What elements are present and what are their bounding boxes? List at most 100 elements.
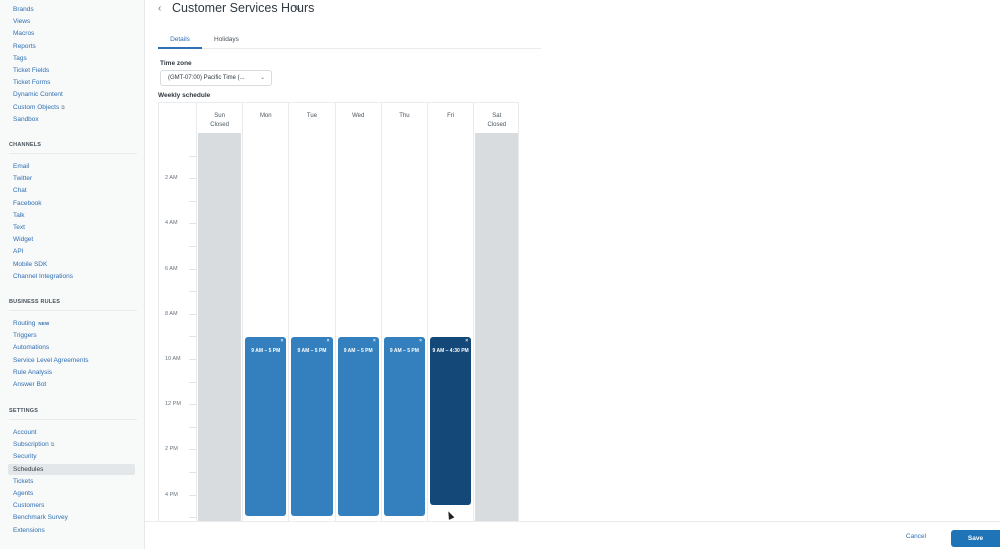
- sidebar-item-macros[interactable]: Macros: [13, 29, 34, 38]
- sidebar-item-automations[interactable]: Automations: [13, 343, 49, 352]
- day-column-mon[interactable]: Mon × 9 AM – 5 PM: [242, 103, 288, 521]
- sidebar-item-ticket-fields[interactable]: Ticket Fields: [13, 66, 49, 75]
- sidebar-item-mobile-sdk[interactable]: Mobile SDK: [13, 260, 47, 269]
- remove-block-icon[interactable]: ×: [419, 338, 422, 344]
- day-column-wed[interactable]: Wed × 9 AM – 5 PM: [334, 103, 381, 521]
- sidebar-item-email[interactable]: Email: [13, 162, 29, 171]
- sidebar-item-customers[interactable]: Customers: [13, 501, 44, 510]
- sidebar-item-twitter[interactable]: Twitter: [13, 174, 32, 183]
- sidebar-item-label: Triggers: [13, 332, 37, 340]
- sidebar: Brands Views Macros Reports Tags Ticket Field…: [0, 0, 145, 549]
- hour-tick: [189, 449, 196, 451]
- sidebar-item-account[interactable]: Account: [13, 428, 37, 437]
- sidebar-item-label: Macros: [13, 30, 35, 38]
- remove-block-icon[interactable]: ×: [327, 338, 330, 344]
- sidebar-item-service-level-agreements[interactable]: Service Level Agreements: [13, 356, 89, 365]
- sidebar-item-label: Email: [13, 163, 30, 170]
- sidebar-item-custom-objects[interactable]: Custom Objects ⧉: [13, 103, 65, 113]
- schedule-block[interactable]: × 9 AM – 5 PM: [337, 337, 379, 517]
- closed-day-fill: [198, 133, 242, 521]
- sidebar-item-label: Answer Bot: [13, 381, 47, 388]
- divider: [9, 310, 137, 311]
- day-header: Fri: [428, 112, 473, 121]
- remove-block-icon[interactable]: ×: [280, 338, 283, 344]
- hour-label: 10 AM: [165, 356, 181, 362]
- sidebar-item-subscription[interactable]: Subscription ⧉: [13, 440, 54, 450]
- day-name: Thu: [399, 113, 410, 119]
- sidebar-item-agents[interactable]: Agents: [13, 489, 33, 498]
- sidebar-item-channel-integrations[interactable]: Channel Integrations: [13, 272, 73, 281]
- sidebar-item-rule-analysis[interactable]: Rule Analysis: [13, 368, 52, 377]
- sidebar-item-brands[interactable]: Brands: [13, 5, 34, 14]
- sidebar-item-ticket-forms[interactable]: Ticket Forms: [13, 78, 50, 87]
- day-column-sun[interactable]: Sun Closed: [196, 103, 242, 521]
- sidebar-item-tickets[interactable]: Tickets: [13, 477, 33, 486]
- sidebar-item-extensions[interactable]: Extensions: [13, 526, 45, 535]
- sidebar-item-tags[interactable]: Tags: [13, 54, 27, 63]
- sidebar-item-label: Facebook: [13, 199, 42, 207]
- hour-label: 2 AM: [165, 175, 178, 182]
- sidebar-item-label: Ticket Fields: [13, 67, 50, 74]
- sidebar-item-views[interactable]: Views: [13, 17, 30, 26]
- remove-block-icon[interactable]: ×: [465, 338, 468, 344]
- sidebar-item-label: Channel Integrations: [13, 272, 73, 280]
- sidebar-item-label: Dynamic Content: [13, 91, 63, 99]
- schedule-block[interactable]: × 9 AM – 5 PM: [245, 337, 287, 517]
- sidebar-item-label: Service Level Agreements: [13, 356, 89, 364]
- hour-tick: [189, 426, 196, 428]
- sidebar-item-benchmark-survey[interactable]: Benchmark Survey: [13, 513, 68, 522]
- day-name: Fri: [447, 113, 455, 119]
- day-column-tue[interactable]: Tue × 9 AM – 5 PM: [288, 103, 334, 521]
- weekly-schedule-label: Weekly schedule: [158, 92, 211, 99]
- sidebar-item-facebook[interactable]: Facebook: [13, 199, 42, 208]
- tab-details[interactable]: Details: [158, 36, 202, 43]
- day-header: Tue: [289, 112, 334, 121]
- hour-label: 4 PM: [165, 491, 178, 498]
- timezone-select[interactable]: (GMT-07:00) Pacific Time (... ⌄: [160, 70, 272, 86]
- day-header: Sun Closed: [197, 112, 242, 130]
- sidebar-item-chat[interactable]: Chat: [13, 186, 27, 195]
- back-icon[interactable]: ‹: [158, 3, 161, 14]
- remove-block-icon[interactable]: ×: [373, 338, 376, 344]
- sidebar-item-reports[interactable]: Reports: [13, 42, 36, 51]
- day-column-fri[interactable]: Fri × 9 AM – 4:30 PM: [427, 103, 473, 521]
- sidebar-item-label: Chat: [13, 187, 27, 195]
- day-header: Thu: [382, 112, 427, 121]
- sidebar-item-label: API: [13, 248, 24, 256]
- sidebar-item-label: Schedules: [13, 465, 44, 473]
- schedule-block[interactable]: × 9 AM – 5 PM: [291, 337, 333, 517]
- sidebar-item-label: Sandbox: [13, 115, 39, 123]
- day-column-sat[interactable]: Sat Closed: [473, 103, 518, 521]
- sidebar-item-routing[interactable]: Routing NEW: [13, 319, 50, 328]
- schedule-block-hours: 9 AM – 5 PM: [343, 348, 373, 355]
- sidebar-item-label: Automations: [13, 344, 50, 352]
- schedule-block[interactable]: × 9 AM – 4:30 PM: [430, 337, 472, 505]
- day-name: Sat: [492, 113, 502, 119]
- sidebar-item-label: Routing: [13, 320, 36, 327]
- sidebar-item-answer-bot[interactable]: Answer Bot: [13, 380, 46, 389]
- sidebar-item-talk[interactable]: Talk: [13, 211, 25, 220]
- footer-divider: [145, 521, 1000, 522]
- sidebar-item-api[interactable]: API: [13, 247, 23, 256]
- sidebar-item-triggers[interactable]: Triggers: [13, 331, 37, 340]
- schedule-block[interactable]: × 9 AM – 5 PM: [383, 337, 425, 517]
- sidebar-item-label: Widget: [13, 236, 34, 244]
- sidebar-item-schedules[interactable]: Schedules: [8, 463, 135, 475]
- sidebar-item-security[interactable]: Security: [13, 452, 36, 461]
- sidebar-item-label: Talk: [13, 211, 25, 219]
- edit-title-icon[interactable]: ✎: [294, 4, 301, 13]
- sidebar-item-label: Extensions: [13, 526, 45, 534]
- sidebar-item-widget[interactable]: Widget: [13, 235, 33, 244]
- cancel-button[interactable]: Cancel: [896, 533, 936, 540]
- hour-tick: [189, 404, 196, 406]
- day-column-thu[interactable]: Thu × 9 AM – 5 PM: [380, 103, 427, 521]
- tab-holidays[interactable]: Holidays: [214, 36, 239, 43]
- external-link-icon: ⧉: [61, 104, 65, 111]
- sidebar-item-dynamic-content[interactable]: Dynamic Content: [13, 90, 63, 99]
- hour-tick: [189, 268, 196, 270]
- sidebar-item-sandbox[interactable]: Sandbox: [13, 115, 39, 124]
- sidebar-item-label: Benchmark Survey: [13, 514, 68, 522]
- chevron-down-icon: ⌄: [259, 75, 265, 81]
- sidebar-item-text[interactable]: Text: [13, 223, 25, 232]
- save-button[interactable]: Save: [951, 530, 1000, 547]
